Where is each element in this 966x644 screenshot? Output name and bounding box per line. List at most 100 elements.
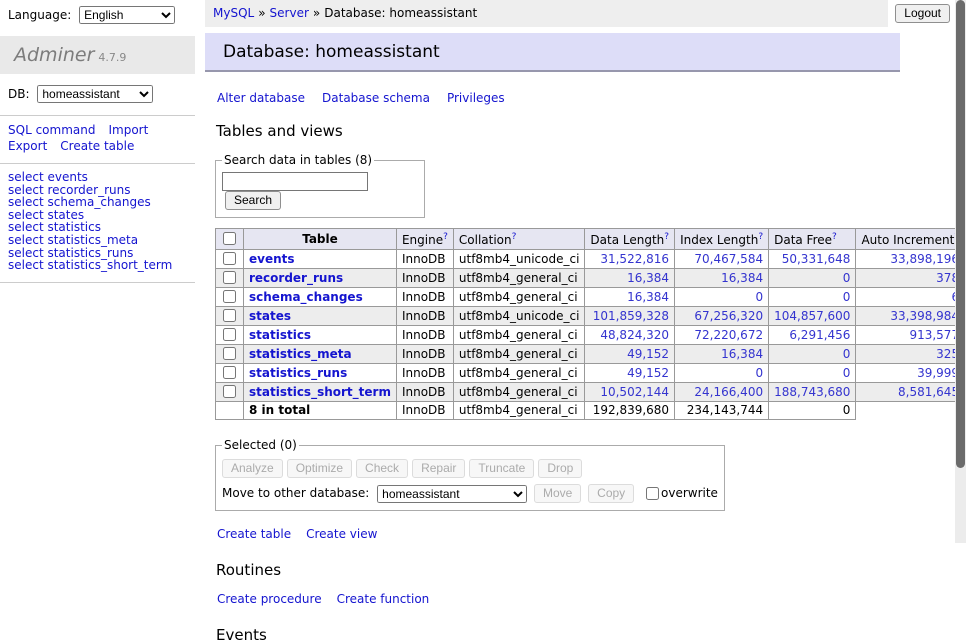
auto-increment-link[interactable]: 33,898,196	[890, 252, 959, 266]
help-icon[interactable]: ?	[664, 232, 669, 242]
data-free-link[interactable]: 0	[843, 347, 851, 361]
index-length-link[interactable]: 70,467,584	[694, 252, 763, 266]
table-name-link[interactable]: statistics	[249, 328, 311, 342]
data-length-link[interactable]: 16,384	[627, 290, 669, 304]
data-free-link[interactable]: 0	[843, 366, 851, 380]
move-button[interactable]: Move	[534, 484, 581, 503]
sidebar-table-link[interactable]: select events	[8, 171, 187, 184]
help-icon[interactable]: ?	[832, 232, 837, 242]
auto-increment-link[interactable]: 8,581,645	[898, 385, 959, 399]
create-link[interactable]: Create table	[217, 527, 291, 541]
row-checkbox[interactable]	[223, 328, 236, 341]
data-length-link[interactable]: 10,502,144	[600, 385, 669, 399]
table-name-link[interactable]: recorder_runs	[249, 271, 343, 285]
collation-cell: utf8mb4_unicode_ci	[453, 307, 585, 326]
help-icon[interactable]: ?	[758, 232, 763, 242]
index-length-link[interactable]: 16,384	[721, 347, 763, 361]
row-checkbox[interactable]	[223, 290, 236, 303]
db-row: DB: homeassistant	[0, 74, 195, 115]
select-all-checkbox[interactable]	[223, 232, 236, 245]
auto-increment-cell: 33,898,196	[856, 250, 965, 269]
create-link[interactable]: Create view	[306, 527, 377, 541]
scrollbar-thumb[interactable]	[956, 0, 965, 468]
data-length-link[interactable]: 48,824,320	[600, 328, 669, 342]
data-length-link[interactable]: 49,152	[627, 366, 669, 380]
data-length-link[interactable]: 16,384	[627, 271, 669, 285]
row-checkbox[interactable]	[223, 347, 236, 360]
table-name-cell: statistics	[244, 326, 397, 345]
sidebar-action-link[interactable]: SQL command	[8, 123, 95, 137]
help-icon[interactable]: ?	[443, 232, 448, 242]
table-name-link[interactable]: statistics_short_term	[249, 385, 391, 399]
database-link[interactable]: Database schema	[322, 91, 430, 105]
index-length-link[interactable]: 67,256,320	[694, 309, 763, 323]
engine-cell: InnoDB	[396, 269, 453, 288]
collation-cell: utf8mb4_general_ci	[453, 326, 585, 345]
row-checkbox[interactable]	[223, 366, 236, 379]
data-free-link[interactable]: 104,857,600	[774, 309, 850, 323]
row-checkbox[interactable]	[223, 385, 236, 398]
help-icon[interactable]: ?	[512, 232, 517, 242]
database-link[interactable]: Privileges	[447, 91, 505, 105]
sidebar-table-link[interactable]: select schema_changes	[8, 196, 187, 209]
data-free-link[interactable]: 0	[843, 290, 851, 304]
engine-cell: InnoDB	[396, 307, 453, 326]
data-length-link[interactable]: 49,152	[627, 347, 669, 361]
data-free-link[interactable]: 50,331,648	[782, 252, 851, 266]
selected-action-button[interactable]: Drop	[538, 459, 582, 478]
auto-increment-link[interactable]: 33,398,984	[890, 309, 959, 323]
database-link[interactable]: Alter database	[217, 91, 305, 105]
sidebar-table-link[interactable]: select statistics_short_term	[8, 259, 187, 272]
auto-increment-link[interactable]: 913,577	[909, 328, 959, 342]
breadcrumb-separator: »	[258, 6, 265, 20]
sidebar-action-link[interactable]: Create table	[60, 139, 134, 153]
selected-action-button[interactable]: Optimize	[287, 459, 352, 478]
auto-increment-link[interactable]: 39,999	[917, 366, 959, 380]
move-label: Move to other database:	[222, 486, 369, 500]
table-name-link[interactable]: states	[249, 309, 291, 323]
breadcrumb-server-link[interactable]: Server	[270, 6, 309, 20]
routine-link[interactable]: Create procedure	[217, 592, 322, 606]
routine-link[interactable]: Create function	[337, 592, 430, 606]
table-name-link[interactable]: statistics_runs	[249, 366, 347, 380]
move-db-select[interactable]: homeassistant	[377, 485, 527, 503]
table-name-link[interactable]: schema_changes	[249, 290, 363, 304]
header-data-length: Data Length?	[585, 229, 675, 250]
row-checkbox[interactable]	[223, 309, 236, 322]
index-length-link[interactable]: 16,384	[721, 271, 763, 285]
app-title: Adminer4.7.9	[0, 36, 195, 74]
sidebar-action-link[interactable]: Import	[108, 123, 148, 137]
search-input[interactable]	[222, 172, 368, 191]
table-name-cell: statistics_short_term	[244, 383, 397, 402]
sidebar-table-link[interactable]: select statistics_meta	[8, 234, 187, 247]
total-index-length: 234,143,744	[675, 402, 769, 420]
table-name-link[interactable]: statistics_meta	[249, 347, 352, 361]
index-length-link[interactable]: 24,166,400	[694, 385, 763, 399]
row-checkbox[interactable]	[223, 252, 236, 265]
selected-action-button[interactable]: Analyze	[222, 459, 283, 478]
index-length-link[interactable]: 72,220,672	[694, 328, 763, 342]
data-length-link[interactable]: 31,522,816	[600, 252, 669, 266]
data-free-link[interactable]: 188,743,680	[774, 385, 850, 399]
index-length-link[interactable]: 0	[755, 290, 763, 304]
routine-links: Create procedure Create function	[217, 592, 966, 606]
selected-action-button[interactable]: Check	[356, 459, 408, 478]
table-name-link[interactable]: events	[249, 252, 295, 266]
data-free-link[interactable]: 0	[843, 271, 851, 285]
data-length-link[interactable]: 101,859,328	[593, 309, 669, 323]
data-free-link[interactable]: 6,291,456	[789, 328, 850, 342]
sidebar-action-link[interactable]: Export	[8, 139, 47, 153]
selected-action-button[interactable]: Repair	[412, 459, 465, 478]
copy-button[interactable]: Copy	[588, 484, 634, 503]
overwrite-checkbox[interactable]	[646, 487, 659, 500]
db-label: DB:	[8, 87, 30, 101]
breadcrumb-mysql-link[interactable]: MySQL	[213, 6, 254, 20]
db-select[interactable]: homeassistant	[37, 85, 153, 103]
overwrite-label-wrap: overwrite	[646, 486, 718, 500]
row-checkbox[interactable]	[223, 271, 236, 284]
index-length-link[interactable]: 0	[755, 366, 763, 380]
language-select[interactable]: English	[79, 6, 175, 24]
selected-action-button[interactable]: Truncate	[469, 459, 534, 478]
logout-button[interactable]: Logout	[895, 4, 950, 23]
search-button[interactable]: Search	[225, 191, 281, 210]
